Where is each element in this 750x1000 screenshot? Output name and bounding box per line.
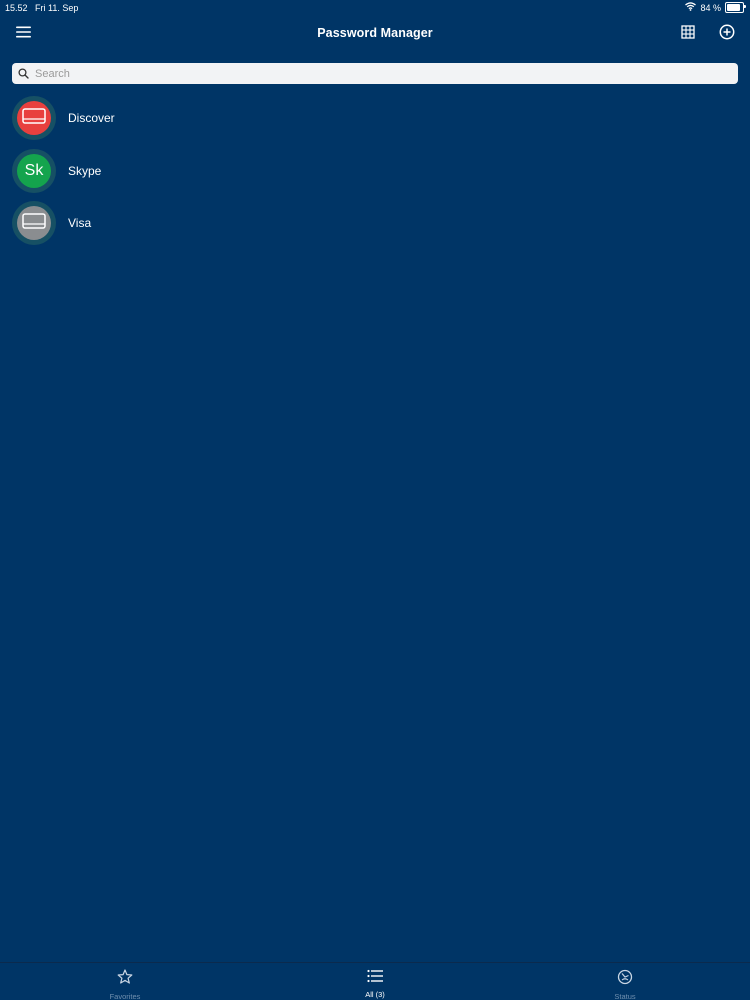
tab-all[interactable]: All (3) — [250, 963, 500, 1000]
card-icon — [22, 108, 46, 129]
star-icon — [117, 969, 133, 990]
status-icon — [617, 969, 633, 990]
nav-bar: Password Manager — [0, 16, 750, 52]
battery-icon — [725, 2, 746, 13]
wifi-icon — [685, 2, 697, 13]
list-item-skype[interactable]: Sk Skype — [0, 145, 750, 198]
list-item-label: Discover — [68, 111, 115, 126]
tab-bar: Favorites All (3) Status — [0, 962, 750, 1000]
status-right: 84 % — [685, 2, 746, 13]
avatar — [17, 206, 51, 241]
tab-label: All (3) — [365, 990, 385, 999]
card-icon — [22, 213, 46, 234]
battery-fill — [727, 4, 740, 11]
app-screen: 15.52 Fri 11. Sep 84 % Password Manager … — [0, 0, 750, 1000]
avatar-ring: Sk — [12, 148, 56, 193]
status-bar: 15.52 Fri 11. Sep 84 % — [0, 0, 750, 16]
avatar-initials: Sk — [24, 161, 44, 179]
page-title: Password Manager — [317, 26, 433, 40]
search-input[interactable] — [35, 67, 715, 80]
search-bar[interactable] — [12, 63, 738, 84]
list-item-label: Skype — [68, 163, 102, 178]
tab-favorites[interactable]: Favorites — [0, 963, 250, 1000]
list-item-visa[interactable]: Visa — [0, 197, 750, 250]
search-icon — [18, 68, 29, 79]
add-button[interactable] — [716, 23, 738, 45]
password-list: Discover Sk Skype Visa — [0, 92, 750, 250]
battery-percent: 84 % — [700, 2, 721, 13]
avatar-ring — [12, 201, 56, 246]
avatar-ring — [12, 96, 56, 141]
tab-label: Favorites — [109, 992, 141, 1000]
add-circle-icon — [719, 24, 735, 45]
status-date: Fri 11. Sep — [35, 3, 79, 13]
grid-icon — [681, 24, 695, 44]
status-time: 15.52 — [5, 3, 28, 13]
list-item-label: Visa — [68, 216, 92, 231]
grid-view-button[interactable] — [677, 23, 699, 45]
avatar: Sk — [17, 153, 51, 188]
avatar — [17, 101, 51, 136]
tab-status[interactable]: Status — [500, 963, 750, 1000]
list-item-discover[interactable]: Discover — [0, 92, 750, 145]
tab-label: Status — [614, 992, 636, 1000]
list-icon — [367, 969, 383, 988]
